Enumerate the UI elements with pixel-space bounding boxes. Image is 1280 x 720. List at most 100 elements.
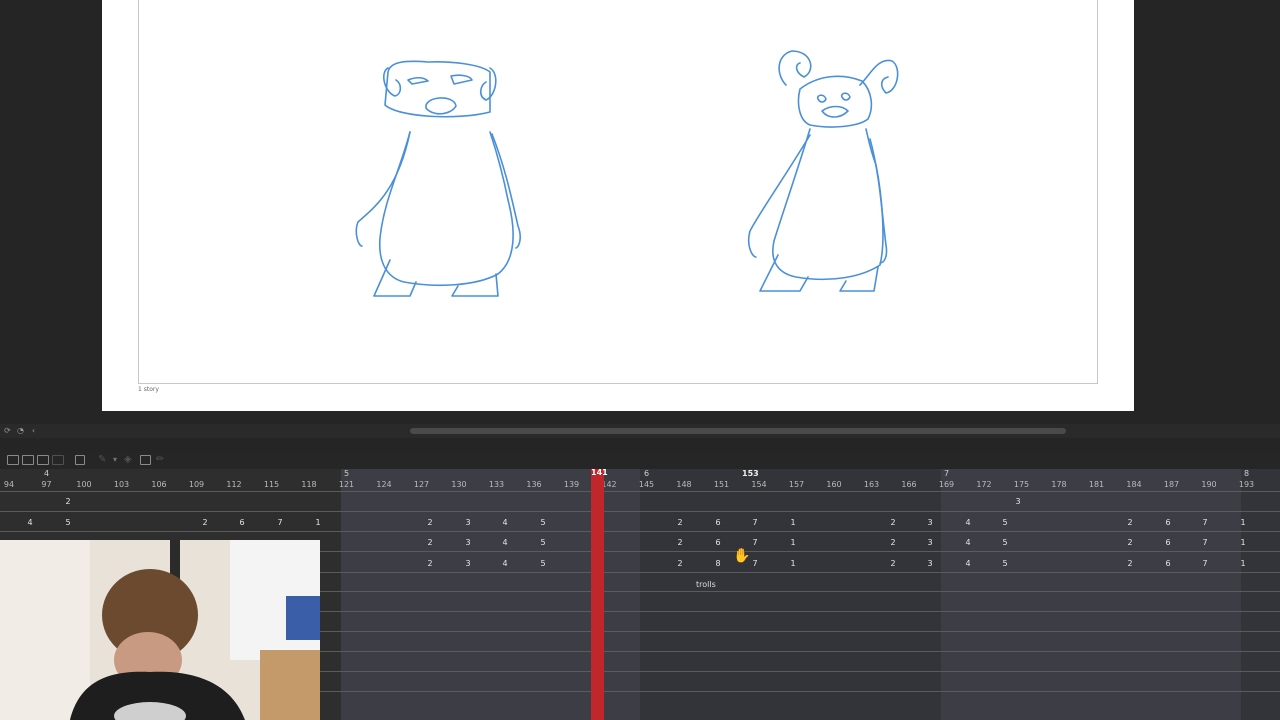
- timeline-cell[interactable]: 1: [315, 518, 320, 527]
- timeline-cell[interactable]: 6: [239, 518, 244, 527]
- frame-tick: 94: [3, 480, 15, 489]
- timeline-cell[interactable]: 5: [65, 518, 70, 527]
- row-divider: [0, 491, 1280, 492]
- timeline-cell[interactable]: 1: [790, 559, 795, 568]
- timeline-cell[interactable]: 2: [890, 518, 895, 527]
- timeline-cell[interactable]: 1: [790, 538, 795, 547]
- timeline-cell[interactable]: 5: [1002, 538, 1007, 547]
- timeline-cell[interactable]: 6: [715, 538, 720, 547]
- timeline-cell[interactable]: 6: [715, 518, 720, 527]
- timeline-cell[interactable]: 2: [890, 538, 895, 547]
- timeline-cell[interactable]: 3: [927, 559, 932, 568]
- frame-tick: 172: [976, 480, 992, 489]
- timeline-cell[interactable]: 2: [677, 559, 682, 568]
- timeline-cell[interactable]: 4: [27, 518, 32, 527]
- timeline-cell[interactable]: 2: [1127, 559, 1132, 568]
- scene-marker[interactable]: 6: [644, 469, 649, 478]
- hand-cursor-icon: ✋: [733, 548, 751, 564]
- timeline-cell[interactable]: 7: [1202, 538, 1207, 547]
- timeline-cell[interactable]: 2: [427, 559, 432, 568]
- scene-marker[interactable]: 153: [742, 469, 759, 478]
- storyboard-panel-frame[interactable]: [138, 0, 1098, 384]
- chevron-left-icon[interactable]: ‹: [29, 426, 38, 435]
- scene-marker[interactable]: 8: [1244, 469, 1249, 478]
- frame-tick: 100: [76, 480, 92, 489]
- timeline-cell[interactable]: 5: [540, 538, 545, 547]
- timeline-cell[interactable]: 7: [752, 518, 757, 527]
- layer-dim-icon[interactable]: [52, 455, 64, 465]
- timeline-toolbar: [0, 451, 1280, 469]
- timeline-cell[interactable]: 7: [1202, 518, 1207, 527]
- timeline-cell[interactable]: 6: [1165, 518, 1170, 527]
- frame-tick: 154: [751, 480, 767, 489]
- timeline-cell[interactable]: 7: [1202, 559, 1207, 568]
- pen-icon[interactable]: ✎: [98, 454, 106, 465]
- timeline-cell[interactable]: 5: [1002, 518, 1007, 527]
- timeline-cell[interactable]: 4: [502, 538, 507, 547]
- timeline-cell[interactable]: 2: [1127, 538, 1132, 547]
- timeline-cell[interactable]: 7: [752, 559, 757, 568]
- timeline-cell[interactable]: 2: [65, 497, 70, 506]
- select-icon[interactable]: [140, 455, 151, 465]
- clock-icon[interactable]: ◔: [16, 426, 25, 435]
- refresh-icon[interactable]: ⟳: [3, 426, 12, 435]
- timeline-cell[interactable]: 4: [965, 518, 970, 527]
- timeline-cell[interactable]: 4: [502, 518, 507, 527]
- frame-tick: 112: [226, 480, 242, 489]
- timeline-cell[interactable]: 4: [502, 559, 507, 568]
- camera-icon[interactable]: [75, 455, 85, 465]
- timeline-cell[interactable]: 3: [465, 559, 470, 568]
- frame-tick: 139: [563, 480, 580, 489]
- timeline-cell[interactable]: 2: [202, 518, 207, 527]
- scene-marker[interactable]: 4: [44, 469, 49, 478]
- timeline-cell[interactable]: 2: [427, 538, 432, 547]
- timeline-cell[interactable]: 1: [1240, 518, 1245, 527]
- timeline-cell[interactable]: 3: [927, 538, 932, 547]
- brush-icon[interactable]: ✏: [156, 454, 164, 465]
- layer-add-icon[interactable]: [22, 455, 34, 465]
- timeline-cell[interactable]: 5: [540, 518, 545, 527]
- timeline-cell[interactable]: 3: [1015, 497, 1020, 506]
- timeline-cell[interactable]: 2: [677, 538, 682, 547]
- timeline-cell[interactable]: 1: [1240, 559, 1245, 568]
- timeline-cell[interactable]: 5: [540, 559, 545, 568]
- timeline-cell[interactable]: 1: [1240, 538, 1245, 547]
- timeline-cell[interactable]: 7: [277, 518, 282, 527]
- frame-tick: 109: [188, 480, 205, 489]
- frame-tick: 130: [451, 480, 467, 489]
- timeline-cell[interactable]: 2: [1127, 518, 1132, 527]
- timeline-cell[interactable]: 3: [465, 538, 470, 547]
- timeline-cell[interactable]: 6: [1165, 538, 1170, 547]
- frame-tick: 121: [338, 480, 355, 489]
- troll-sketch-right: [747, 50, 899, 292]
- webcam-overlay: [0, 540, 320, 720]
- timeline-cell[interactable]: 6: [1165, 559, 1170, 568]
- frame-tick: 178: [1051, 480, 1067, 489]
- timeline-cell[interactable]: 5: [1002, 559, 1007, 568]
- timeline-cell[interactable]: 7: [752, 538, 757, 547]
- timeline-cell[interactable]: 2: [677, 518, 682, 527]
- chevron-down-icon[interactable]: ▾: [113, 455, 117, 464]
- horizontal-scrollbar[interactable]: [410, 428, 1066, 434]
- paint-icon[interactable]: ◈: [124, 454, 132, 465]
- timeline-cell[interactable]: 4: [965, 538, 970, 547]
- timeline-cell[interactable]: 3: [465, 518, 470, 527]
- timeline-cell[interactable]: 1: [790, 518, 795, 527]
- frame-tick: 193: [1238, 480, 1255, 489]
- frame-tick: 166: [901, 480, 917, 489]
- frame-tick: 175: [1013, 480, 1030, 489]
- layer-icon[interactable]: [7, 455, 19, 465]
- timeline-cell[interactable]: 8: [715, 559, 720, 568]
- timeline-cell[interactable]: 3: [927, 518, 932, 527]
- frame-tick: 124: [376, 480, 392, 489]
- timeline-cell[interactable]: 2: [890, 559, 895, 568]
- layer-copy-icon[interactable]: [37, 455, 49, 465]
- timeline-cell[interactable]: 2: [427, 518, 432, 527]
- timeline-cell[interactable]: 4: [965, 559, 970, 568]
- row-divider: [0, 531, 1280, 532]
- scene-marker[interactable]: 7: [944, 469, 949, 478]
- webcam-feed: [0, 540, 320, 720]
- frame-tick: 133: [488, 480, 505, 489]
- scene-marker[interactable]: 5: [344, 469, 349, 478]
- playhead[interactable]: [591, 469, 604, 720]
